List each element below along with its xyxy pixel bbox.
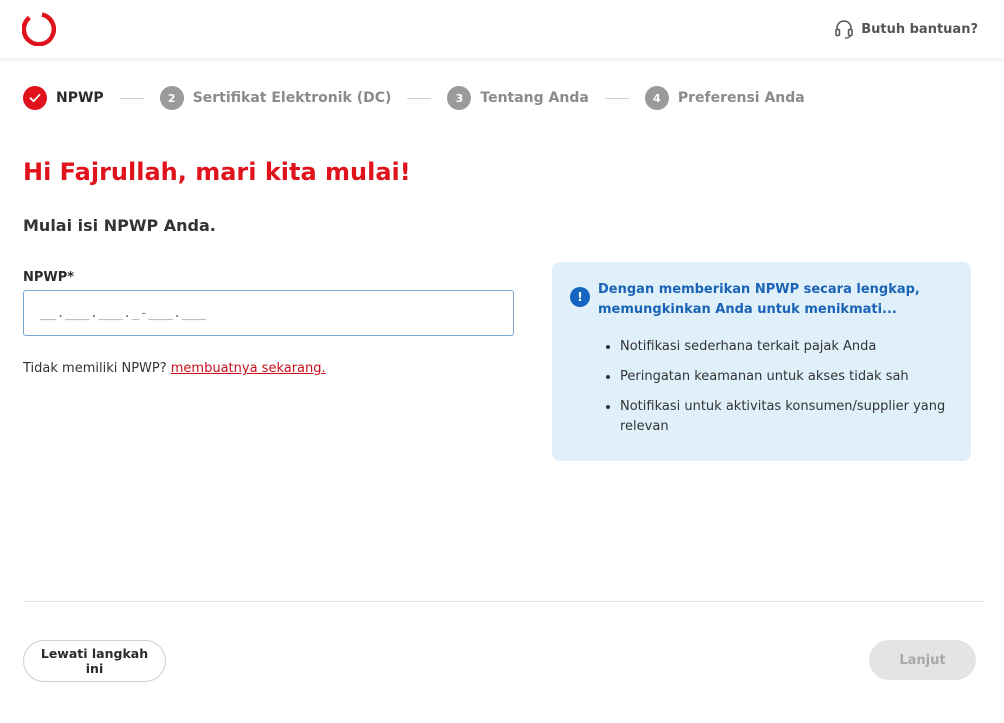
step-label: NPWP <box>56 90 104 106</box>
step-preferensi[interactable]: 4 Preferensi Anda <box>644 86 805 110</box>
step-label: Tentang Anda <box>480 90 589 106</box>
skip-step-button[interactable]: Lewati langkah ini <box>23 640 166 682</box>
check-icon <box>23 86 47 110</box>
progress-stepper: NPWP 2 Sertifikat Elektronik (DC) 3 Tent… <box>23 86 805 110</box>
list-item: Notifikasi untuk aktivitas konsumen/supp… <box>620 397 951 437</box>
help-label: Butuh bantuan? <box>861 21 978 37</box>
step-number: 2 <box>159 86 184 110</box>
step-sertifikat[interactable]: 2 Sertifikat Elektronik (DC) <box>159 86 392 110</box>
step-connector <box>119 97 144 99</box>
step-number: 4 <box>644 86 669 110</box>
step-tentang-anda[interactable]: 3 Tentang Anda <box>447 86 589 110</box>
page-subtitle: Mulai isi NPWP Anda. <box>23 216 216 235</box>
step-connector <box>604 97 629 99</box>
info-header: ! Dengan memberikan NPWP secara lengkap,… <box>570 280 951 320</box>
no-npwp-text: Tidak memiliki NPWP? <box>23 361 167 376</box>
step-connector <box>407 97 432 99</box>
next-button[interactable]: Lanjut <box>869 640 976 680</box>
benefit-list: Notifikasi sederhana terkait pajak Anda … <box>570 337 951 437</box>
brand-logo[interactable] <box>22 12 56 46</box>
create-npwp-link[interactable]: membuatnya sekarang. <box>171 361 326 376</box>
npwp-label: NPWP* <box>23 270 75 285</box>
npwp-input[interactable] <box>23 290 514 336</box>
step-number: 3 <box>447 86 472 110</box>
help-button[interactable]: Butuh bantuan? <box>834 19 978 39</box>
list-item: Notifikasi sederhana terkait pajak Anda <box>620 337 951 357</box>
info-title: Dengan memberikan NPWP secara lengkap, m… <box>598 282 920 317</box>
step-label: Sertifikat Elektronik (DC) <box>192 90 392 106</box>
list-item: Peringatan keamanan untuk akses tidak sa… <box>620 367 951 387</box>
top-header: Butuh bantuan? <box>0 0 1004 58</box>
no-npwp-hint: Tidak memiliki NPWP? membuatnya sekarang… <box>23 361 326 376</box>
exclamation-icon: ! <box>570 287 590 307</box>
footer-divider <box>23 601 984 602</box>
step-npwp[interactable]: NPWP <box>23 86 104 110</box>
info-panel: ! Dengan memberikan NPWP secara lengkap,… <box>552 262 971 461</box>
headset-icon <box>835 20 853 39</box>
page-title: Hi Fajrullah, mari kita mulai! <box>23 158 411 186</box>
step-label: Preferensi Anda <box>677 90 805 106</box>
